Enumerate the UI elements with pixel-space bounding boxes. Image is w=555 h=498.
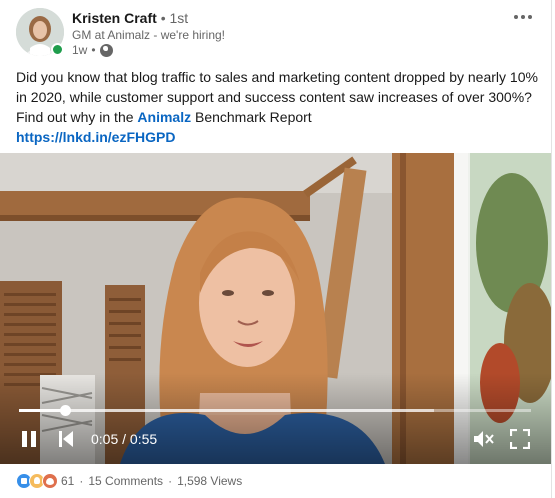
volume-muted-icon xyxy=(474,431,494,447)
author-name-line: Kristen Craft • 1st xyxy=(72,10,188,26)
pause-button[interactable] xyxy=(20,430,38,448)
love-reaction-icon xyxy=(42,473,58,489)
post-meta: 1w • xyxy=(72,43,113,57)
video-played-bar xyxy=(19,409,66,412)
online-status-indicator xyxy=(51,43,64,56)
reactions-count[interactable]: 61 xyxy=(61,474,74,488)
skip-back-icon xyxy=(59,431,73,447)
reactions-summary[interactable] xyxy=(16,473,58,489)
author-headline: GM at Animalz - we're hiring! xyxy=(72,28,226,42)
company-mention-link[interactable]: Animalz xyxy=(137,109,191,125)
pause-icon xyxy=(22,431,27,447)
video-buffered-bar xyxy=(19,409,434,412)
social-counts: 61 · 15 Comments · 1,598 Views xyxy=(16,471,242,491)
post-text-tail: Benchmark Report xyxy=(191,109,312,125)
degree-separator: • xyxy=(160,10,166,26)
pause-icon xyxy=(31,431,36,447)
video-player[interactable] xyxy=(0,153,551,464)
time-separator: / xyxy=(118,431,130,447)
unmute-button[interactable] xyxy=(473,429,495,449)
more-options-button[interactable] xyxy=(511,8,535,26)
more-dot-icon xyxy=(521,15,525,19)
video-time: 0:05 / 0:55 xyxy=(91,431,157,447)
current-time: 0:05 xyxy=(91,431,119,447)
video-progress-bar[interactable] xyxy=(19,405,531,416)
skip-back-button[interactable] xyxy=(57,430,75,448)
video-scrubber-handle[interactable] xyxy=(60,405,72,416)
post-text: Did you know that blog traffic to sales … xyxy=(16,67,546,127)
globe-icon xyxy=(99,43,113,57)
video-frame xyxy=(0,153,551,464)
duration: 0:55 xyxy=(129,431,158,447)
fullscreen-button[interactable] xyxy=(509,428,531,450)
connection-degree: 1st xyxy=(169,10,189,26)
meta-separator: • xyxy=(91,43,96,57)
author-name[interactable]: Kristen Craft xyxy=(72,10,157,26)
social-separator: · xyxy=(79,474,84,488)
comments-count[interactable]: 15 Comments xyxy=(88,474,163,488)
post-time: 1w xyxy=(72,43,88,57)
fullscreen-icon xyxy=(509,428,531,450)
post-link[interactable]: https://lnkd.in/ezFHGPD xyxy=(16,127,175,147)
feed-post: Kristen Craft • 1st GM at Animalz - we'r… xyxy=(0,0,552,498)
more-dot-icon xyxy=(514,15,518,19)
views-count[interactable]: 1,598 Views xyxy=(177,474,242,488)
social-separator: · xyxy=(168,474,173,488)
more-dot-icon xyxy=(528,15,532,19)
